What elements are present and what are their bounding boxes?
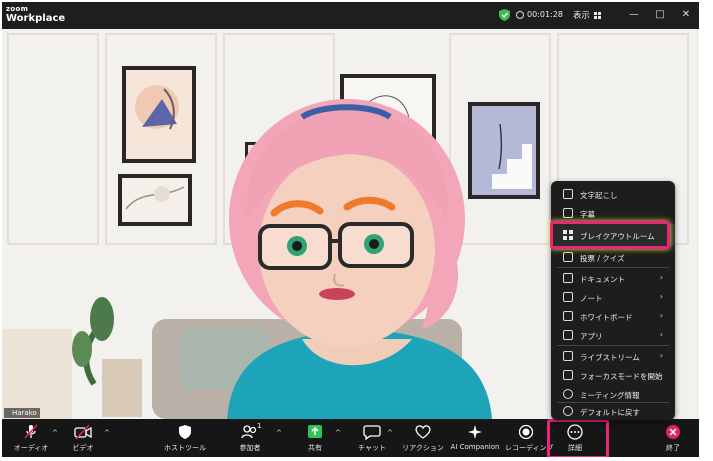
microphone-muted-icon [24,424,38,439]
host-tools-label: ホストツール [164,444,206,452]
chat-bubble-icon [363,425,381,440]
chat-options-chevron-icon[interactable]: ^ [387,429,393,437]
audio-options-chevron-icon[interactable]: ^ [52,429,58,437]
document-icon [563,273,573,283]
video-button[interactable]: ビデオ [62,419,104,457]
participants-options-chevron-icon[interactable]: ^ [276,429,282,437]
ai-companion-button[interactable]: AI Companion [448,419,502,457]
menu-item-label: ライブストリーム [580,353,640,362]
video-label: ビデオ [72,444,94,452]
more-menu: 文字起こし 字幕 ブレイクアウトルーム 投票 / クイズ ドキュメント › ノー… [551,181,675,420]
chevron-right-icon: › [659,351,663,360]
minimize-icon[interactable]: — [627,8,641,22]
recording-label: レコーディング [505,444,554,452]
chevron-right-icon: › [659,330,663,339]
clock-icon [516,10,524,19]
reactions-button[interactable]: リアクション [402,419,444,457]
share-screen-icon [308,425,322,438]
sparkle-icon [468,425,482,439]
menu-item-label: ノート [580,294,603,303]
more-button-highlight [547,419,609,457]
view-label: 表示 [573,11,591,21]
title-bar: zoom Workplace 00:01:28 表示 — □ ✕ [2,2,699,29]
heart-reaction-icon [415,425,431,439]
host-tools-button[interactable]: ホストツール [160,419,210,457]
end-call-icon [666,425,680,439]
menu-item-whiteboard[interactable]: ホワイトボード › [551,307,675,326]
menu-item-label: ドキュメント [580,275,625,284]
menu-item-label: ホワイトボード [580,313,633,322]
maximize-icon[interactable]: □ [653,8,667,22]
share-label: 共有 [308,444,322,452]
reactions-label: リアクション [402,444,444,452]
whiteboard-icon [563,311,573,321]
menu-item-label: 字幕 [580,210,595,219]
end-meeting-button[interactable]: 終了 [658,419,688,457]
participants-button[interactable]: 1 参加者 [227,419,273,457]
ai-companion-label: AI Companion [450,443,500,451]
participants-count: 1 [257,422,262,430]
participants-label: 参加者 [239,444,261,452]
notes-icon [563,292,573,302]
share-options-chevron-icon[interactable]: ^ [335,429,341,437]
video-options-chevron-icon[interactable]: ^ [104,429,110,437]
menu-divider [557,345,669,346]
breakout-rooms-highlight [550,221,670,249]
menu-item-label: 投票 / クイズ [580,254,625,263]
menu-item-document[interactable]: ドキュメント › [551,269,675,288]
chevron-right-icon: › [659,292,663,301]
record-icon [518,424,534,440]
timer-text: 00:01:28 [527,10,563,19]
captions-icon [563,208,573,218]
audio-label: オーディオ [13,444,49,452]
menu-item-livestream[interactable]: ライブストリーム › [551,347,675,366]
transcript-icon [563,189,573,199]
view-button[interactable]: 表示 [573,9,602,21]
security-shield-icon[interactable] [499,9,510,21]
end-label: 終了 [666,444,680,452]
app-logo-bottom: Workplace [6,13,66,24]
app-logo-top: zoom [6,5,29,13]
grid-icon [594,11,602,19]
menu-item-label: ミーティング情報 [580,391,640,400]
focus-mode-icon [563,370,573,380]
chat-label: チャット [358,444,386,452]
shield-icon [179,425,191,439]
menu-item-focus-mode[interactable]: フォーカスモードを開始 [551,366,675,385]
menu-divider [557,267,669,268]
menu-item-label: アプリ [580,332,603,341]
chevron-right-icon: › [659,311,663,320]
menu-item-label: デフォルトに戻す [580,408,640,417]
audio-button[interactable]: オーディオ [10,419,52,457]
chat-button[interactable]: チャット [354,419,390,457]
livestream-icon [563,351,573,361]
recording-button[interactable]: レコーディング [505,419,554,457]
menu-item-label: 文字起こし [580,191,618,200]
menu-item-transcript[interactable]: 文字起こし [551,185,675,204]
reset-icon [563,406,573,416]
menu-item-label: フォーカスモードを開始 [580,372,663,381]
chevron-right-icon: › [659,273,663,282]
menu-item-reset-default[interactable]: デフォルトに戻す [551,402,675,421]
meeting-timer: 00:01:28 [516,10,563,19]
participant-name-tag: Harako [4,408,40,418]
info-icon [563,389,573,399]
close-icon[interactable]: ✕ [679,8,693,22]
menu-item-notes[interactable]: ノート › [551,288,675,307]
camera-off-icon [74,424,92,440]
share-button[interactable]: 共有 [300,419,330,457]
menu-item-poll[interactable]: 投票 / クイズ [551,248,675,267]
participant-name: Harako [12,409,37,417]
apps-icon [563,330,573,340]
poll-icon [563,252,573,262]
zoom-window: zoom Workplace 00:01:28 表示 — □ ✕ Harako … [2,2,699,457]
menu-item-apps[interactable]: アプリ › [551,326,675,345]
